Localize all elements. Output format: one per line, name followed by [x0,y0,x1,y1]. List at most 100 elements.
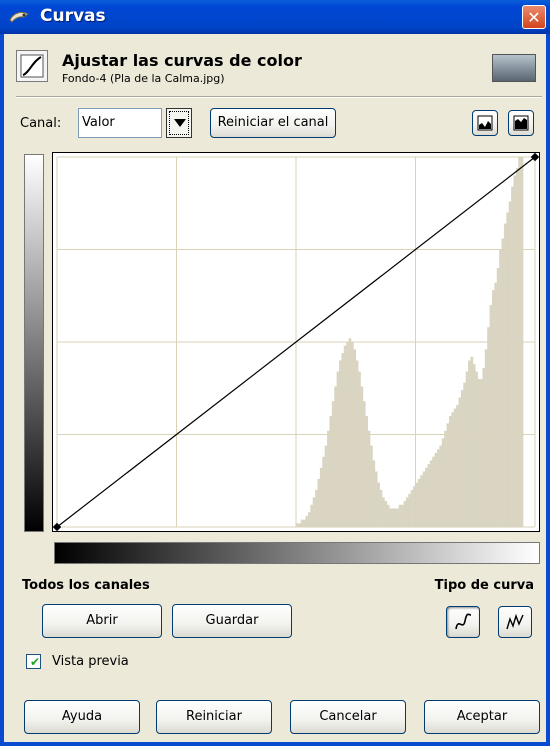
histogram-bar [336,371,340,527]
histogram-bar [307,512,311,527]
histogram-bar [310,504,314,527]
histogram-bar [515,168,519,527]
curve-type-heading: Tipo de curva [434,578,534,593]
histogram-bar [472,364,476,527]
histogram-bar [329,416,333,527]
save-button[interactable]: Guardar [172,604,292,638]
checkmark-icon: ✔ [30,655,41,669]
channel-dropdown-button[interactable] [166,108,192,138]
title-bar[interactable]: Curvas ✕ [0,0,550,34]
linear-histogram-button[interactable] [472,110,498,136]
histogram-bar [396,508,400,527]
histogram-bar [343,345,347,527]
close-button[interactable]: ✕ [522,5,546,29]
histogram-bar [470,356,474,527]
histogram-bar [305,515,309,527]
histogram-bar [312,497,316,527]
histogram-bar [372,460,376,527]
histogram-bar [386,504,390,527]
histogram-bar [315,490,318,527]
histogram-bar [398,504,402,527]
logarithmic-histogram-button[interactable] [508,110,534,136]
input-gradient-bar [54,542,540,564]
histogram-bar [374,471,378,527]
histogram-bar [446,423,450,527]
reset-channel-button[interactable]: Reiniciar el canal [210,108,336,138]
dialog-title: Ajustar las curvas de color [62,51,302,70]
histogram-bar [494,282,498,527]
preview-checkbox[interactable]: ✔ [26,654,41,669]
help-button[interactable]: Ayuda [24,700,140,734]
reset-button[interactable]: Reiniciar [156,700,272,734]
histogram-bar [420,475,423,527]
histogram-bar [480,379,483,527]
histogram-bar [434,453,438,527]
histogram-bar [405,497,409,527]
histogram-bar [367,430,371,527]
histogram-bar [460,390,464,527]
histogram-bar [468,360,471,527]
histogram-bar [355,360,359,527]
freehand-curve-button[interactable] [498,606,532,638]
histogram-bar [298,523,302,527]
dialog-header: Ajustar las curvas de color Fondo-4 (Pla… [16,48,536,94]
smooth-curve-button[interactable] [446,606,480,638]
cancel-button[interactable]: Cancelar [290,700,406,734]
window-border-bottom [0,742,550,746]
histogram-bar [432,456,435,527]
smooth-curve-icon [455,613,472,630]
chevron-down-icon [174,119,186,127]
histogram-bar [317,478,321,527]
histogram-bar [482,367,486,527]
histogram-bar [513,175,517,527]
histogram-bar [508,201,512,527]
curves-graph[interactable] [52,152,540,532]
histogram-bar [391,508,395,527]
histogram-bar [393,508,397,527]
window-border-right [546,34,550,746]
histogram-bar [331,401,335,527]
histogram-bar [427,464,431,527]
window-border-left [0,34,4,746]
histogram-bar [456,404,459,527]
histogram-bar [348,338,352,527]
histogram-bar [465,371,469,527]
all-channels-heading: Todos los canales [22,578,150,593]
preview-label[interactable]: Vista previa [52,654,129,669]
histogram-bar [477,379,481,527]
histogram-bar [365,416,368,527]
histogram-bar [448,416,452,527]
histogram-bar [417,478,421,527]
histogram-bar [503,223,507,527]
histogram-bar [324,445,328,527]
histogram-bar [506,212,510,527]
histogram-bar [422,471,426,527]
histogram-bar [334,386,337,527]
histogram-bar [501,238,505,527]
channel-select[interactable]: Valor [78,108,162,138]
histogram-bar [458,397,462,527]
window-title: Curvas [40,6,106,26]
histogram-bar [319,467,323,527]
histogram-bar [401,504,404,527]
histogram-bar [358,371,361,527]
histogram-bar [441,438,445,527]
histogram-bar [425,467,428,527]
histogram-bar [511,186,514,527]
histogram-bar [451,412,455,527]
histogram-bar [410,490,414,527]
histogram-bar [429,460,433,527]
histogram-bar [327,430,330,527]
histogram-bar [362,401,366,527]
histogram-bar [370,445,373,527]
histogram-bar [453,408,457,527]
histogram-bar [439,445,443,527]
open-button[interactable]: Abrir [42,604,162,638]
histogram-bar [475,371,478,527]
histogram-bar [300,519,304,527]
histogram-bar [463,382,466,527]
ok-button[interactable]: Aceptar [424,700,540,734]
histogram-bar [489,305,493,527]
curves-canvas[interactable] [53,153,539,531]
histogram-bar [353,349,357,527]
